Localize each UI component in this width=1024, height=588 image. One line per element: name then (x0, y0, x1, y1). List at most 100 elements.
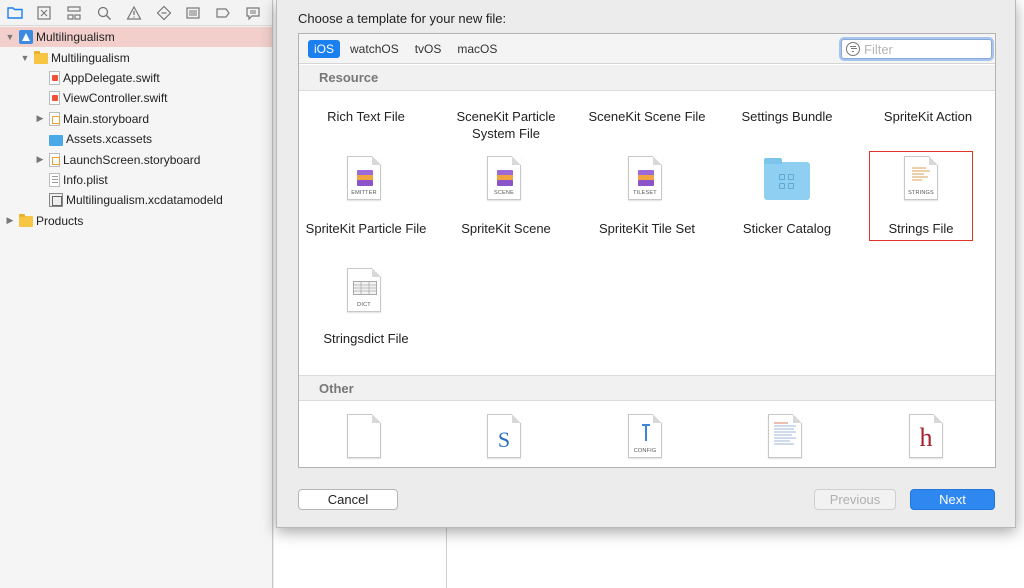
tileset-file-icon: TILESET (628, 156, 662, 200)
tree-item-label: ViewController.swift (63, 91, 168, 106)
new-file-sheet: Choose a template for your new file: iOS… (276, 0, 1016, 528)
tree-row[interactable]: Multilingualism.xcdatamodeld (0, 190, 272, 210)
tree-item-label: AppDelegate.swift (63, 70, 160, 85)
sheet-title: Choose a template for your new file: (298, 11, 507, 26)
section-header-resource: Resource (299, 65, 995, 91)
tree-item-label: Info.plist (63, 172, 108, 187)
tree-row[interactable]: ▶ Main.storyboard (0, 109, 272, 129)
warning-icon[interactable] (123, 3, 144, 23)
template-rtf-document[interactable] (717, 412, 857, 467)
tree-item-label: Products (36, 213, 84, 228)
tree-row[interactable]: ▶ LaunchScreen.storyboard (0, 149, 272, 169)
tree-item-label: Multilingualism.xcdatamodeld (66, 193, 223, 208)
template-label: Stringsdict File (323, 331, 409, 346)
template-strings-file[interactable]: STRINGS Strings File (869, 151, 973, 241)
tree-item-label: LaunchScreen.storyboard (63, 152, 201, 167)
folder-icon (34, 51, 48, 65)
tab-watchos[interactable]: watchOS (344, 40, 405, 58)
hierarchy-icon[interactable] (64, 3, 85, 23)
template-label: Settings Bundle (741, 109, 833, 124)
template-configuration-settings-file[interactable]: CONFIG (577, 412, 717, 467)
folder-icon (19, 214, 33, 228)
assets-icon (49, 134, 63, 146)
template-label: SceneKit Scene File (588, 109, 706, 124)
swift-file-icon (49, 91, 60, 106)
template-spritekit-action[interactable]: SpriteKit Action (858, 108, 995, 125)
template-stringsdict-file[interactable]: DICT Stringsdict File (299, 264, 436, 354)
template-scenekit-scene-file[interactable]: SceneKit Scene File (577, 108, 717, 125)
previous-button[interactable]: Previous (814, 489, 896, 510)
template-settings-bundle[interactable]: Settings Bundle (717, 108, 857, 125)
source-control-icon[interactable] (34, 3, 55, 23)
next-button[interactable]: Next (910, 489, 995, 510)
swift-file-icon (49, 70, 60, 85)
tree-row[interactable]: ▼ Multilingualism (0, 47, 272, 67)
disclosure-open-icon[interactable]: ▼ (19, 52, 31, 64)
datamodel-icon (49, 193, 63, 208)
tree-row[interactable]: Assets.xcassets (0, 129, 272, 149)
plist-icon (49, 172, 60, 187)
strings-file-icon: STRINGS (904, 156, 938, 200)
disclosure-open-icon[interactable]: ▼ (4, 31, 16, 43)
tree-row[interactable]: ▼ Multilingualism (0, 27, 272, 48)
tree-item-label: Multilingualism (51, 50, 130, 65)
document-file-icon (768, 414, 802, 458)
tree-item-label: Assets.xcassets (66, 132, 153, 147)
breakpoint-icon[interactable] (212, 3, 233, 23)
project-icon (19, 30, 33, 45)
file-tree: ▼ Multilingualism ▼ Multilingualism AppDeleg… (0, 26, 272, 231)
template-label: SpriteKit Action (883, 109, 973, 124)
tree-item-label: Multilingualism (36, 30, 115, 45)
tab-ios[interactable]: iOS (308, 39, 341, 58)
storyboard-icon (49, 111, 60, 126)
disclosure-closed-icon[interactable]: ▶ (34, 113, 46, 125)
template-assembly-file[interactable]: S (436, 412, 576, 467)
assembly-file-icon: S (487, 414, 521, 458)
cancel-button[interactable]: Cancel (298, 489, 398, 510)
template-scenekit-particle-system-file[interactable]: SceneKit Particle System File (436, 108, 576, 142)
tree-row[interactable]: Info.plist (0, 170, 272, 190)
tree-row[interactable]: AppDelegate.swift (0, 68, 272, 88)
template-spritekit-scene[interactable]: SCENE SpriteKit Scene (436, 152, 576, 254)
tab-tvos[interactable]: tvOS (409, 40, 448, 58)
template-label: Sticker Catalog (742, 221, 832, 236)
navigator-toolbar (0, 0, 272, 26)
template-label: SceneKit Particle System File (456, 109, 556, 141)
template-label: SpriteKit Particle File (305, 221, 427, 236)
template-header-file[interactable]: h (858, 412, 995, 467)
test-icon[interactable] (153, 3, 174, 23)
folder-icon[interactable] (4, 3, 25, 23)
template-label: Rich Text File (327, 109, 405, 124)
template-rich-text-file[interactable]: Rich Text File (299, 108, 436, 125)
template-sticker-catalog[interactable]: Sticker Catalog (717, 152, 857, 254)
tab-macos[interactable]: macOS (451, 40, 503, 58)
report-icon[interactable] (242, 3, 263, 23)
search-icon[interactable] (93, 3, 114, 23)
project-navigator: ▼ Multilingualism ▼ Multilingualism AppDeleg… (0, 0, 273, 588)
scene-file-icon: SCENE (487, 156, 521, 200)
tree-row[interactable]: ▶ Products (0, 211, 272, 231)
empty-file-icon (347, 414, 381, 458)
template-spritekit-particle-file[interactable]: EMITTER SpriteKit Particle File (299, 152, 436, 254)
filter-icon[interactable] (846, 42, 860, 56)
editor-divider (446, 528, 447, 588)
debug-icon[interactable] (183, 3, 204, 23)
header-file-icon: h (909, 414, 943, 458)
platform-tabbar: iOS watchOS tvOS macOS (299, 34, 995, 64)
disclosure-closed-icon[interactable]: ▶ (34, 154, 46, 166)
emitter-file-icon: EMITTER (347, 156, 381, 200)
disclosure-closed-icon[interactable]: ▶ (4, 215, 16, 227)
template-label: Strings File (888, 221, 954, 236)
filter-field[interactable] (841, 39, 992, 59)
tree-item-label: Main.storyboard (63, 111, 150, 126)
template-empty-file[interactable] (299, 412, 436, 467)
template-spritekit-tile-set[interactable]: TILESET SpriteKit Tile Set (577, 152, 717, 254)
tree-row[interactable]: ViewController.swift (0, 88, 272, 108)
filter-input[interactable] (864, 41, 984, 57)
template-label: SpriteKit Tile Set (598, 221, 696, 236)
